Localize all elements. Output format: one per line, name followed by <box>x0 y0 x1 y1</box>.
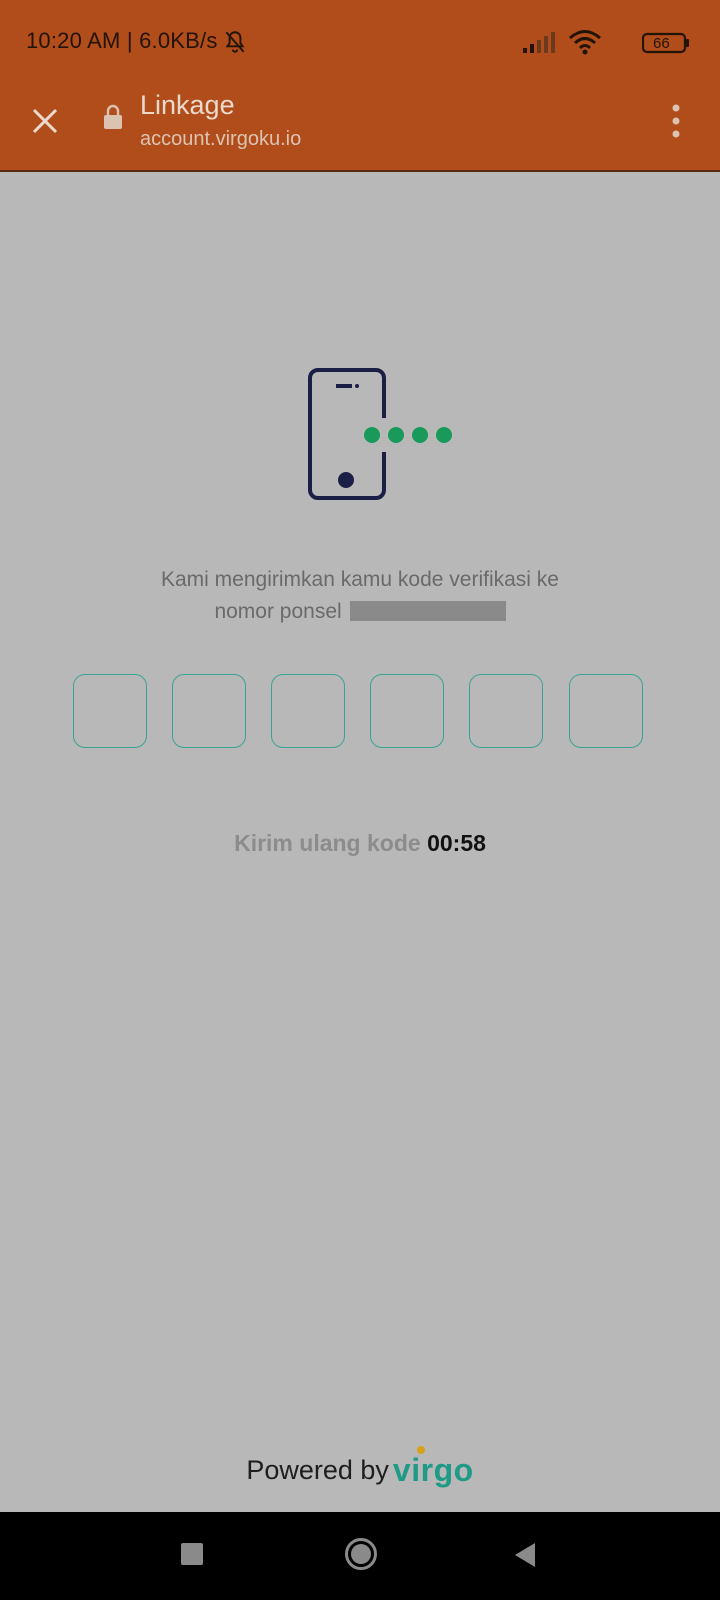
otp-digit-2[interactable] <box>172 674 246 748</box>
lock-icon <box>102 104 124 135</box>
signal-icon <box>522 32 556 59</box>
message-line-1: Kami mengirimkan kamu kode verifikasi ke <box>161 568 559 591</box>
powered-by-footer: Powered by virgo <box>0 1440 720 1500</box>
message-line-2: nomor ponsel <box>60 596 660 628</box>
otp-digit-1[interactable] <box>73 674 147 748</box>
close-icon <box>32 108 58 134</box>
screen: 10:20 AM | 6.0KB/s 66 Linkage account.vi… <box>0 0 720 1600</box>
status-time: 10:20 AM | 6.0KB/s <box>26 28 218 53</box>
masked-phone-number <box>349 601 506 621</box>
wifi-icon <box>568 29 602 60</box>
resend-code-link[interactable]: Kirim ulang kode <box>234 830 421 856</box>
navigation-bar <box>0 1512 720 1600</box>
virgo-logo-dot <box>416 1445 425 1454</box>
status-bar: 10:20 AM | 6.0KB/s 66 <box>0 0 720 84</box>
otp-input-group <box>73 674 647 752</box>
more-options-button[interactable] <box>656 98 696 144</box>
otp-digit-6[interactable] <box>569 674 643 748</box>
battery-level: 66 <box>653 35 670 52</box>
resend-countdown: 00:58 <box>427 830 486 856</box>
verification-content: Kami mengirimkan kamu kode verifikasi ke… <box>0 172 720 1512</box>
virgo-brand-text: virgo <box>392 1451 474 1488</box>
browser-toolbar: Linkage account.virgoku.io <box>0 84 720 172</box>
powered-by-text: Powered by <box>246 1454 389 1485</box>
home-icon[interactable] <box>344 1537 378 1576</box>
resend-code-row: Kirim ulang kode 00:58 <box>0 830 720 857</box>
otp-digit-4[interactable] <box>370 674 444 748</box>
bell-off-icon <box>222 29 248 60</box>
more-vert-icon <box>672 104 680 138</box>
phone-otp-icon <box>308 368 464 513</box>
battery-icon: 66 <box>641 32 690 59</box>
recent-apps-icon[interactable] <box>181 1543 203 1570</box>
verification-message: Kami mengirimkan kamu kode verifikasi ke… <box>60 564 660 628</box>
page-title: Linkage <box>140 90 235 120</box>
close-button[interactable] <box>22 98 68 144</box>
otp-digit-5[interactable] <box>469 674 543 748</box>
back-icon[interactable] <box>513 1542 537 1573</box>
page-url[interactable]: account.virgoku.io <box>140 128 301 151</box>
virgo-logo: virgo <box>392 1445 474 1489</box>
phone-number-label: nomor ponsel <box>214 600 342 623</box>
otp-digit-3[interactable] <box>271 674 345 748</box>
